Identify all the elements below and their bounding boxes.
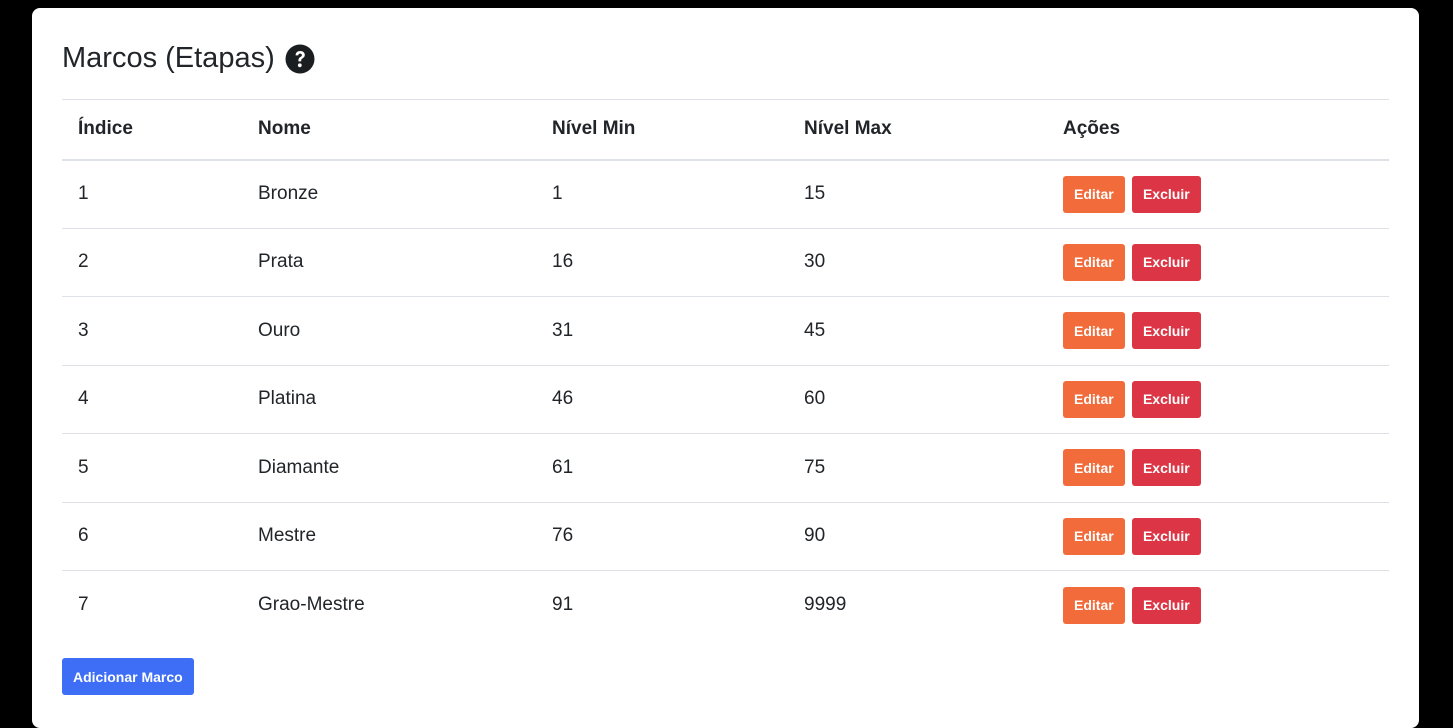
header-name: Nome [242,99,536,161]
cell-max-level: 60 [788,365,1047,434]
cell-index: 3 [62,296,242,366]
table-row: 4 Platina 46 60 Editar Excluir [62,365,1389,434]
cell-actions: Editar Excluir [1047,433,1389,503]
milestones-card: Marcos (Etapas) Índice Nome Nível Min Ní… [32,8,1419,728]
cell-max-level: 45 [788,296,1047,366]
edit-button[interactable]: Editar [1063,312,1125,350]
delete-button[interactable]: Excluir [1131,380,1201,418]
cell-index: 6 [62,502,242,571]
cell-name: Grao-Mestre [258,594,365,615]
table-row: 6 Mestre 76 90 Editar Excluir [62,502,1389,571]
edit-button[interactable]: Editar [1063,175,1125,213]
delete-button[interactable]: Excluir [1131,312,1201,350]
table-row: 3 Ouro 31 45 Editar Excluir [62,296,1389,366]
cell-index: 1 [62,159,242,229]
edit-button[interactable]: Editar [1063,586,1125,624]
table-header-row: Índice Nome Nível Min Nível Max Ações [62,99,1389,161]
delete-button[interactable]: Excluir [1131,243,1201,281]
cell-name: Mestre [242,502,536,571]
delete-button[interactable]: Excluir [1131,586,1201,624]
cell-name: Platina [242,365,536,434]
delete-button[interactable]: Excluir [1131,517,1201,555]
cell-actions: Editar Excluir [1047,228,1389,297]
cell-max-level: 9999 [804,594,847,615]
milestones-table: Índice Nome Nível Min Nível Max Ações 1 … [62,99,1389,639]
cell-actions: Editar Excluir [1047,365,1389,434]
add-milestone-button[interactable]: Adicionar Marco [62,658,194,695]
edit-button[interactable]: Editar [1063,380,1125,418]
cell-name: Diamante [242,433,536,503]
header-max-level: Nível Max [788,99,1047,161]
cell-name: Ouro [242,296,536,366]
delete-button[interactable]: Excluir [1131,175,1201,213]
edit-button[interactable]: Editar [1063,243,1125,281]
cell-min-level: 61 [536,433,788,503]
cell-min-level: 46 [536,365,788,434]
page-title: Marcos (Etapas) [62,42,275,74]
header-actions: Ações [1047,99,1389,161]
table-row: 1 Bronze 1 15 Editar Excluir [62,159,1389,229]
cell-index: 7 [78,594,89,615]
cell-max-level: 90 [788,502,1047,571]
cell-max-level: 15 [788,159,1047,229]
cell-min-level: 91 [552,594,574,615]
cell-index: 2 [62,228,242,297]
table-row: 7 Grao-Mestre 91 9999 Editar Excluir [62,571,1389,640]
delete-button[interactable]: Excluir [1131,449,1201,487]
edit-button[interactable]: Editar [1063,449,1125,487]
question-circle-icon[interactable] [285,44,315,74]
edit-button[interactable]: Editar [1063,517,1125,555]
cell-min-level: 76 [536,502,788,571]
cell-index: 4 [62,365,242,434]
cell-actions: Editar Excluir [1047,502,1389,571]
cell-actions: Editar Excluir [1047,159,1389,229]
cell-name: Bronze [242,159,536,229]
cell-actions: Editar Excluir [1047,571,1389,640]
cell-min-level: 1 [536,159,788,229]
header-index: Índice [62,99,242,161]
cell-index: 5 [62,433,242,503]
cell-actions: Editar Excluir [1047,296,1389,366]
cell-min-level: 16 [536,228,788,297]
title-row: Marcos (Etapas) [62,8,1389,99]
cell-min-level: 31 [536,296,788,366]
table-row: 2 Prata 16 30 Editar Excluir [62,228,1389,297]
cell-max-level: 75 [788,433,1047,503]
cell-name: Prata [242,228,536,297]
header-min-level: Nível Min [536,99,788,161]
cell-max-level: 30 [788,228,1047,297]
table-row: 5 Diamante 61 75 Editar Excluir [62,433,1389,503]
